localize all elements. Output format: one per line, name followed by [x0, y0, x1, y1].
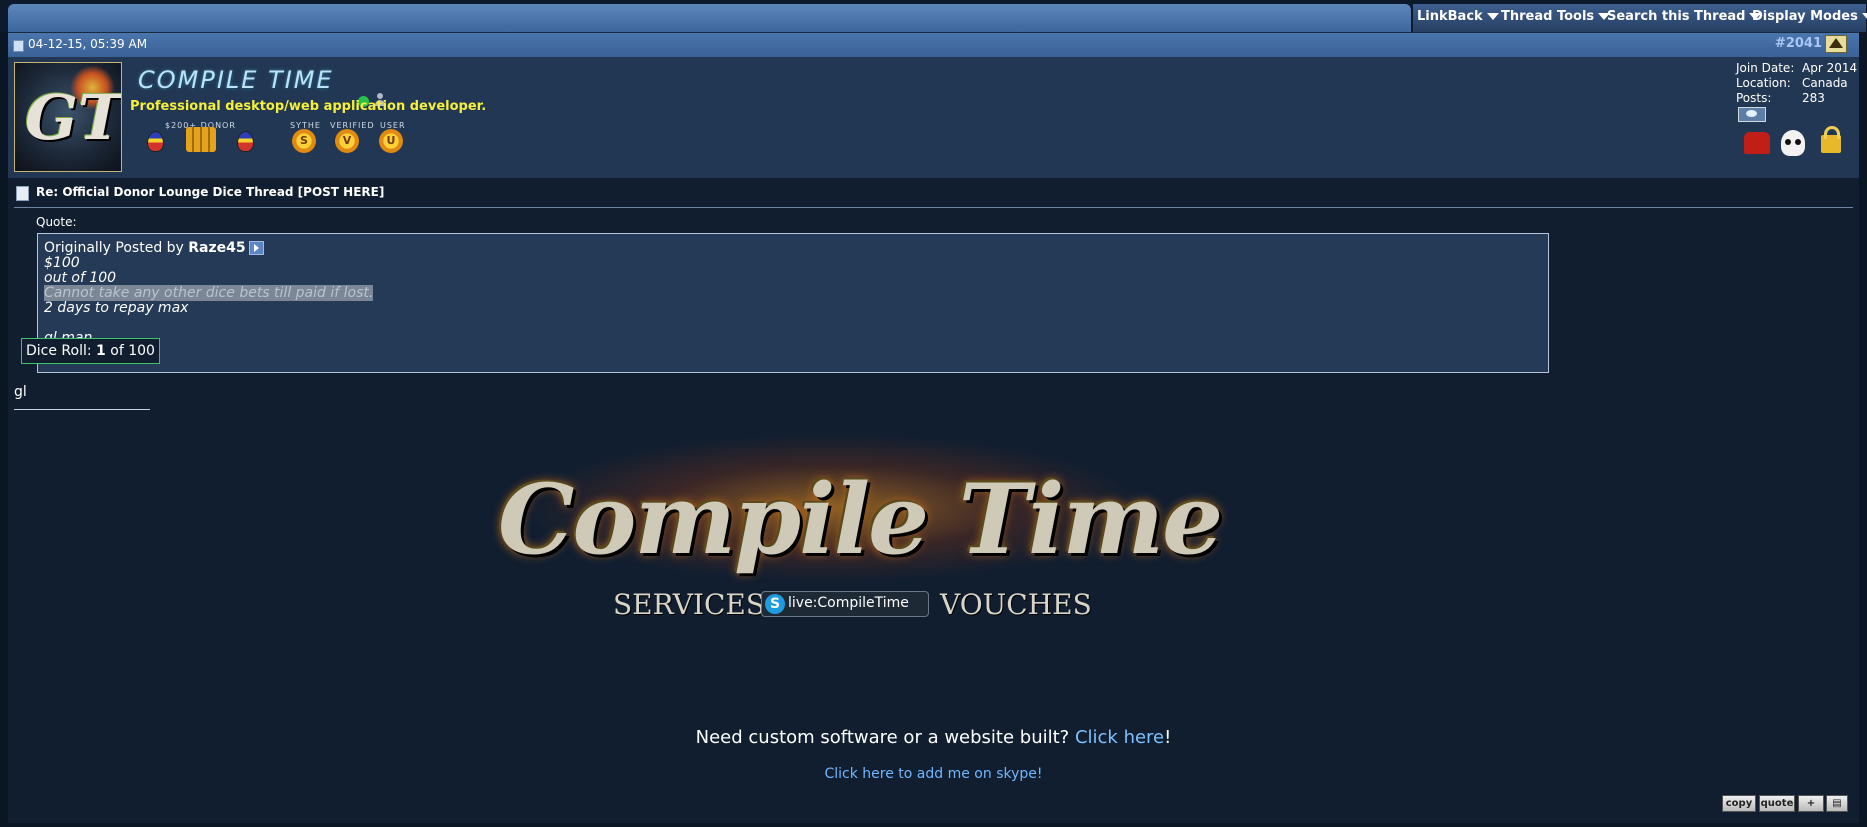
skype-add-link[interactable]: Click here to add me on skype!	[824, 766, 1042, 782]
skype-icon: S	[765, 594, 785, 614]
lock-icon	[1821, 126, 1841, 153]
signature-divider	[14, 409, 150, 410]
services-link[interactable]: SERVICES	[613, 588, 765, 621]
toolbar-left-tab	[8, 4, 1411, 32]
skull-icon	[1781, 130, 1805, 156]
search-thread-label: Search this Thread	[1607, 9, 1746, 24]
post-number-link[interactable]: #2041	[1775, 36, 1822, 51]
avatar[interactable]: GT	[14, 62, 122, 172]
location-row: Location: Canada	[1736, 76, 1848, 90]
verified-badge-label: VERIFIED	[330, 121, 375, 130]
gold-coins-icon	[186, 127, 216, 152]
user-medal-icon: U	[379, 129, 403, 153]
post-header: 04-12-15, 05:39 AM #2041	[8, 32, 1859, 58]
dice-roll-value: 1	[96, 343, 106, 359]
multiquote-icon[interactable]: +	[1798, 795, 1824, 812]
sythe-medal-icon: S	[292, 129, 316, 153]
post-text: gl	[14, 384, 27, 400]
easter-egg-icon	[237, 131, 254, 152]
divider	[14, 207, 1853, 208]
signature-cta: Need custom software or a website built?…	[695, 727, 1172, 748]
document-icon	[16, 186, 29, 201]
click-here-link[interactable]: Click here	[1075, 727, 1164, 748]
search-thread-menu[interactable]: Search this Thread	[1607, 9, 1762, 24]
user-title: Professional desktop/web application dev…	[130, 99, 487, 114]
posts-row: Posts: 283	[1736, 91, 1825, 105]
view-post-icon[interactable]	[248, 241, 264, 255]
vouches-link[interactable]: VOUCHES	[940, 588, 1092, 621]
post-date: 04-12-15, 05:39 AM	[28, 37, 148, 51]
post-body: Re: Official Donor Lounge Dice Thread [P…	[8, 178, 1859, 823]
quote-line: 2 days to repay max	[44, 300, 189, 316]
signature-banner[interactable]: Compile Time SERVICES Slive:CompileTime …	[498, 428, 1223, 670]
chair-icon	[1744, 132, 1770, 154]
dice-roll-box: Dice Roll: 1 of 100	[21, 338, 160, 364]
thread-toolbar: LinkBack Thread Tools Search this Thread…	[0, 0, 1867, 32]
banner-logo: Compile Time	[498, 463, 1223, 576]
thread-tools-label: Thread Tools	[1501, 9, 1595, 24]
post-icon	[13, 40, 24, 52]
display-modes-label: Display Modes	[1752, 9, 1858, 24]
eye-icon[interactable]	[1738, 107, 1766, 122]
post-title: Re: Official Donor Lounge Dice Thread [P…	[36, 185, 385, 199]
banner-links: SERVICES Slive:CompileTime VOUCHES	[498, 583, 1168, 621]
chevron-down-icon	[1486, 13, 1499, 20]
user-stats: Join Date: Apr 2014 Location: Canada Posts…	[1736, 61, 1857, 106]
verified-medal-icon: V	[335, 129, 359, 153]
skype-link-row: Click here to add me on skype!	[8, 766, 1859, 782]
highlighted-text: Cannot take any other dice bets till pai…	[44, 285, 374, 301]
quote-button[interactable]: quote	[1759, 795, 1795, 812]
quote-line: out of 100	[44, 270, 117, 286]
quote-attribution: Originally Posted by Raze45	[44, 240, 264, 256]
linkback-label: LinkBack	[1417, 9, 1483, 24]
display-modes-menu[interactable]: Display Modes	[1752, 9, 1867, 24]
report-icon[interactable]: ▤	[1826, 795, 1848, 812]
username-link[interactable]: COMPILE TIME	[138, 66, 334, 94]
copy-button[interactable]: copy	[1722, 795, 1756, 812]
linkback-menu[interactable]: LinkBack	[1417, 9, 1499, 24]
quote-label: Quote:	[36, 215, 77, 229]
quote-line: $100	[44, 255, 80, 271]
quote-box: Originally Posted by Raze45 $100 out of …	[37, 233, 1549, 373]
join-date-row: Join Date: Apr 2014	[1736, 61, 1858, 75]
scroll-top-icon[interactable]	[1825, 35, 1847, 53]
thread-tools-menu[interactable]: Thread Tools	[1501, 9, 1611, 24]
chevron-down-icon	[1861, 13, 1867, 20]
user-info-panel: GT COMPILE TIME Professional desktop/web…	[8, 57, 1859, 178]
easter-egg-icon	[147, 131, 164, 152]
quote-author: Raze45	[188, 240, 246, 256]
avatar-logo: GT	[25, 81, 122, 154]
skype-tag[interactable]: Slive:CompileTime	[761, 591, 929, 617]
quote-line: Cannot take any other dice bets till pai…	[44, 285, 374, 301]
